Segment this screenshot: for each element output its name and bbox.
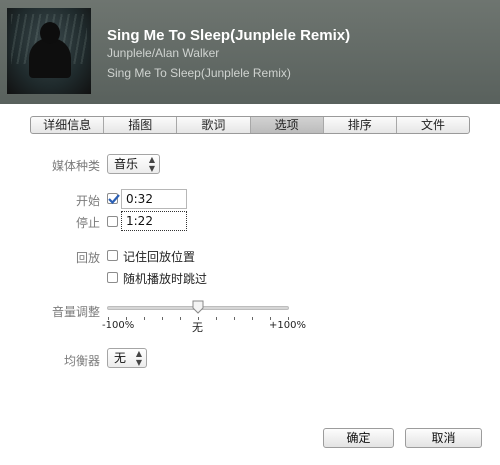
album-artwork[interactable] [7, 8, 91, 94]
tab-sorting[interactable]: 排序 [324, 117, 397, 133]
media-kind-value: 音乐 [114, 157, 139, 171]
volume-min-label: -100% [102, 320, 135, 331]
tab-options[interactable]: 选项 [250, 117, 324, 133]
track-album: Sing Me To Sleep(Junplele Remix) [107, 66, 291, 80]
volume-mid-label: 无 [192, 321, 203, 334]
ok-button[interactable]: 确定 [323, 428, 394, 448]
volume-tick [162, 317, 163, 320]
track-title: Sing Me To Sleep(Junplele Remix) [107, 27, 351, 44]
skip-shuffle-label[interactable]: 随机播放时跳过 [123, 270, 207, 287]
volume-label: 音量调整 [51, 305, 100, 319]
checkmark-icon [108, 194, 120, 205]
volume-tick [180, 317, 181, 320]
volume-max-label: +100% [269, 320, 306, 331]
tab-details[interactable]: 详细信息 [31, 117, 105, 133]
stop-time-field[interactable]: 1:22 [121, 211, 187, 231]
slider-thumb-icon [192, 300, 204, 314]
equalizer-select[interactable]: 无 ▲ ▼ [107, 348, 147, 368]
volume-tick [252, 317, 253, 320]
media-kind-select[interactable]: 音乐 ▲ ▼ [107, 154, 160, 174]
chevron-updown-icon: ▲ ▼ [148, 155, 155, 173]
playback-label: 回放 [75, 251, 100, 265]
media-kind-label: 媒体种类 [51, 159, 100, 173]
equalizer-value: 无 [114, 351, 127, 365]
tab-bar: 详细信息 插图 歌词 选项 排序 文件 [30, 116, 470, 134]
tab-lyrics[interactable]: 歌词 [177, 117, 251, 133]
volume-tick [216, 317, 217, 320]
skip-shuffle-checkbox[interactable] [107, 272, 118, 283]
start-checkbox[interactable] [107, 193, 120, 205]
artwork-figure-body [29, 38, 71, 78]
remember-position-label[interactable]: 记住回放位置 [123, 248, 195, 265]
start-label: 开始 [75, 194, 100, 208]
volume-tick [234, 317, 235, 320]
stop-checkbox[interactable] [107, 216, 118, 227]
stop-label: 停止 [75, 216, 100, 230]
cancel-button[interactable]: 取消 [405, 428, 482, 448]
start-time-field[interactable]: 0:32 [121, 189, 187, 209]
track-header: Sing Me To Sleep(Junplele Remix) Junplel… [0, 0, 500, 104]
remember-position-checkbox[interactable] [107, 250, 118, 261]
tab-artwork[interactable]: 插图 [104, 117, 178, 133]
volume-slider-thumb[interactable] [192, 300, 204, 314]
equalizer-label: 均衡器 [63, 354, 100, 368]
chevron-updown-icon: ▲ ▼ [135, 349, 142, 367]
track-artist: Junplele/Alan Walker [107, 46, 220, 60]
volume-tick [144, 317, 145, 320]
artwork-figure-head [40, 22, 60, 44]
tab-file[interactable]: 文件 [397, 117, 469, 133]
